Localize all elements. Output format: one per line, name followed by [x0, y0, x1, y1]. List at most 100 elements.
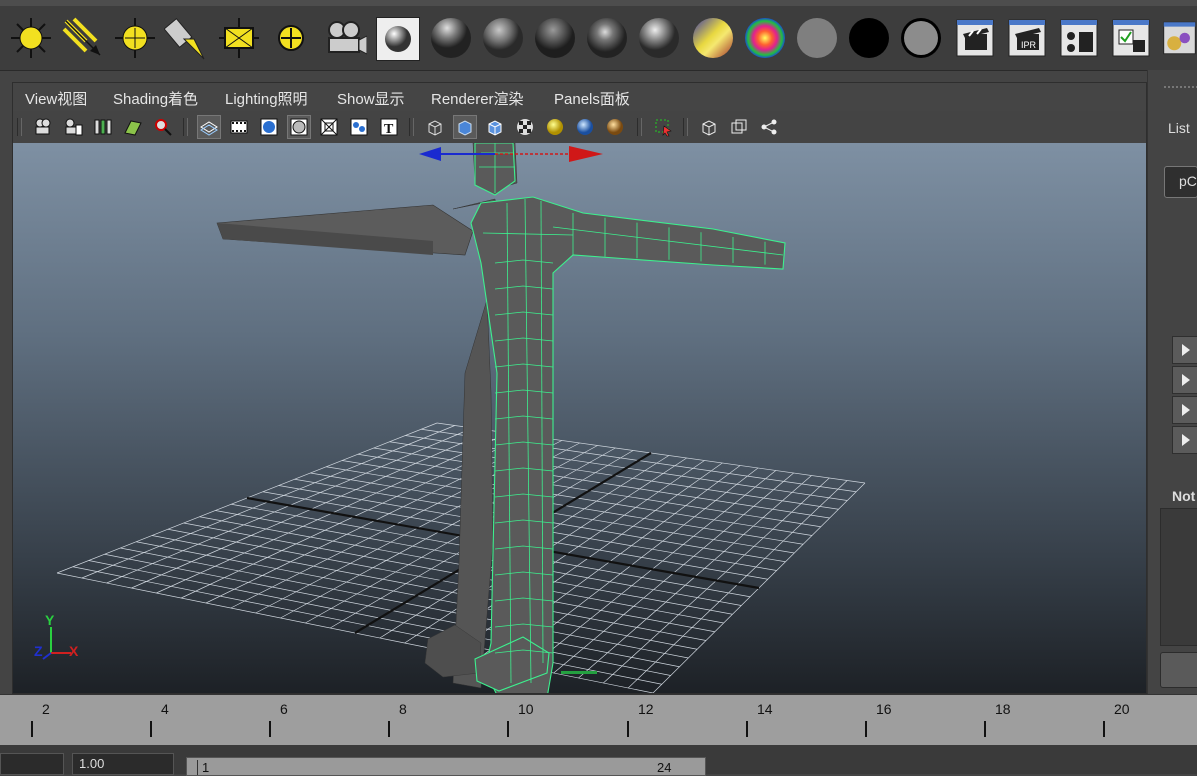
toolbar-separator	[17, 118, 22, 136]
image-plane-icon[interactable]	[121, 115, 145, 139]
expand-arrow-icon[interactable]	[1172, 366, 1197, 394]
shadows-icon[interactable]	[603, 115, 627, 139]
xray-components-icon[interactable]	[757, 115, 781, 139]
axis-label-y: Y	[45, 612, 55, 628]
spot-light-icon[interactable]	[164, 14, 210, 62]
frame-tick-label: 12	[638, 701, 654, 717]
menu-panels[interactable]: Panels面板	[554, 88, 630, 109]
axis-label-x: X	[69, 643, 79, 659]
frame-tick-label: 14	[757, 701, 773, 717]
frame-tick-label: 20	[1114, 701, 1130, 717]
toolbar-separator	[183, 118, 188, 136]
frame-tick	[984, 721, 986, 737]
frame-tick	[388, 721, 390, 737]
menu-renderer[interactable]: Renderer渲染	[431, 88, 524, 109]
camera-attributes-icon[interactable]	[61, 115, 85, 139]
point-light-icon[interactable]	[112, 14, 158, 62]
panel-toolbar: T	[13, 112, 1146, 142]
layered-shader-icon[interactable]	[898, 14, 944, 62]
viewport-3d[interactable]: Y Z X	[13, 143, 1146, 693]
menu-lighting[interactable]: Lighting照明	[225, 88, 308, 109]
render-camera-icon[interactable]	[322, 14, 368, 62]
blinn-sphere-icon[interactable]	[428, 14, 474, 62]
frame-tick	[31, 721, 33, 737]
menu-view[interactable]: View视图	[25, 88, 87, 109]
lambert-sphere-icon[interactable]	[480, 14, 526, 62]
svg-text:IPR: IPR	[1021, 40, 1037, 50]
default-lighting-icon[interactable]	[573, 115, 597, 139]
use-all-lights-icon[interactable]	[543, 115, 567, 139]
volume-light-icon[interactable]	[268, 14, 314, 62]
two-d-pan-zoom-icon[interactable]	[151, 115, 175, 139]
start-time-field[interactable]	[0, 753, 64, 775]
selected-wireframe[interactable]	[470, 143, 786, 693]
range-start-field[interactable]: 1.00	[72, 753, 174, 775]
area-light-icon[interactable]	[216, 14, 262, 62]
frame-tick	[627, 721, 629, 737]
frame-tick	[269, 721, 271, 737]
svg-text:T: T	[384, 122, 394, 137]
film-gate-icon[interactable]	[227, 115, 251, 139]
black-shader-icon[interactable]	[846, 14, 892, 62]
field-chart-icon[interactable]	[317, 115, 341, 139]
smooth-shade-icon[interactable]	[453, 115, 477, 139]
batch-render-icon[interactable]	[1108, 14, 1154, 62]
range-slider-bar: 1.00 1 24	[0, 745, 1197, 776]
hypershade-icon[interactable]	[1162, 14, 1197, 62]
surface-shader-icon[interactable]	[794, 14, 840, 62]
gate-mask-icon[interactable]	[287, 115, 311, 139]
menu-show[interactable]: Show显示	[337, 88, 405, 109]
notes-label: Not	[1172, 488, 1196, 504]
shelf-top-strip	[0, 0, 1197, 6]
perspective-panel: View视图 Shading着色 Lighting照明 Show显示 Rende…	[12, 82, 1147, 694]
material-ball-icon[interactable]	[376, 17, 420, 61]
select-camera-icon[interactable]	[31, 115, 55, 139]
resolution-gate-icon[interactable]	[257, 115, 281, 139]
isolate-select-icon[interactable]	[651, 115, 675, 139]
xray-joints-icon[interactable]	[727, 115, 751, 139]
anisotropic-sphere-icon[interactable]	[636, 14, 682, 62]
ambient-light-icon[interactable]	[8, 14, 54, 62]
object-name-field[interactable]: pC	[1164, 166, 1197, 198]
frame-tick	[150, 721, 152, 737]
expand-arrow-icon[interactable]	[1172, 396, 1197, 424]
render-settings-icon[interactable]	[1056, 14, 1102, 62]
shading-map-icon[interactable]	[690, 14, 736, 62]
menu-shading[interactable]: Shading着色	[113, 88, 198, 109]
expand-arrow-icon[interactable]	[1172, 426, 1197, 454]
time-slider[interactable]: 2 4 6 8 10 12 14 16 18 20	[0, 694, 1197, 745]
shelf-bar: IPR	[0, 0, 1197, 71]
bookmarks-icon[interactable]	[91, 115, 115, 139]
axis-indicator	[42, 627, 71, 660]
list-menu[interactable]: List	[1168, 120, 1190, 136]
axis-label-z: Z	[34, 643, 43, 659]
ipr-render-icon[interactable]: IPR	[1004, 14, 1050, 62]
notes-textarea[interactable]	[1160, 508, 1197, 646]
safe-title-icon[interactable]: T	[377, 115, 401, 139]
toolbar-separator	[409, 118, 414, 136]
frame-tick-label: 10	[518, 701, 534, 717]
frame-tick	[746, 721, 748, 737]
frame-tick	[865, 721, 867, 737]
ramp-shader-icon[interactable]	[742, 14, 788, 62]
range-slider-start: 1	[197, 760, 209, 775]
wireframe-on-shaded-icon[interactable]	[483, 115, 507, 139]
safe-action-icon[interactable]	[347, 115, 371, 139]
range-slider[interactable]: 1 24	[186, 757, 706, 776]
channel-box-sidebar: List pC Not	[1147, 70, 1197, 694]
render-clapper-icon[interactable]	[952, 14, 998, 62]
phong-sphere-icon[interactable]	[532, 14, 578, 62]
frame-tick-label: 2	[42, 701, 50, 717]
frame-tick-label: 18	[995, 701, 1011, 717]
frame-tick-label: 6	[280, 701, 288, 717]
frame-tick-label: 8	[399, 701, 407, 717]
xray-icon[interactable]	[697, 115, 721, 139]
wireframe-icon[interactable]	[423, 115, 447, 139]
notes-button[interactable]	[1160, 652, 1197, 688]
expand-arrow-icon[interactable]	[1172, 336, 1197, 364]
phonge-sphere-icon[interactable]	[584, 14, 630, 62]
directional-light-icon[interactable]	[60, 14, 106, 62]
grid-toggle-icon[interactable]	[197, 115, 221, 139]
sidebar-grip	[1164, 86, 1197, 94]
textured-icon[interactable]	[513, 115, 537, 139]
